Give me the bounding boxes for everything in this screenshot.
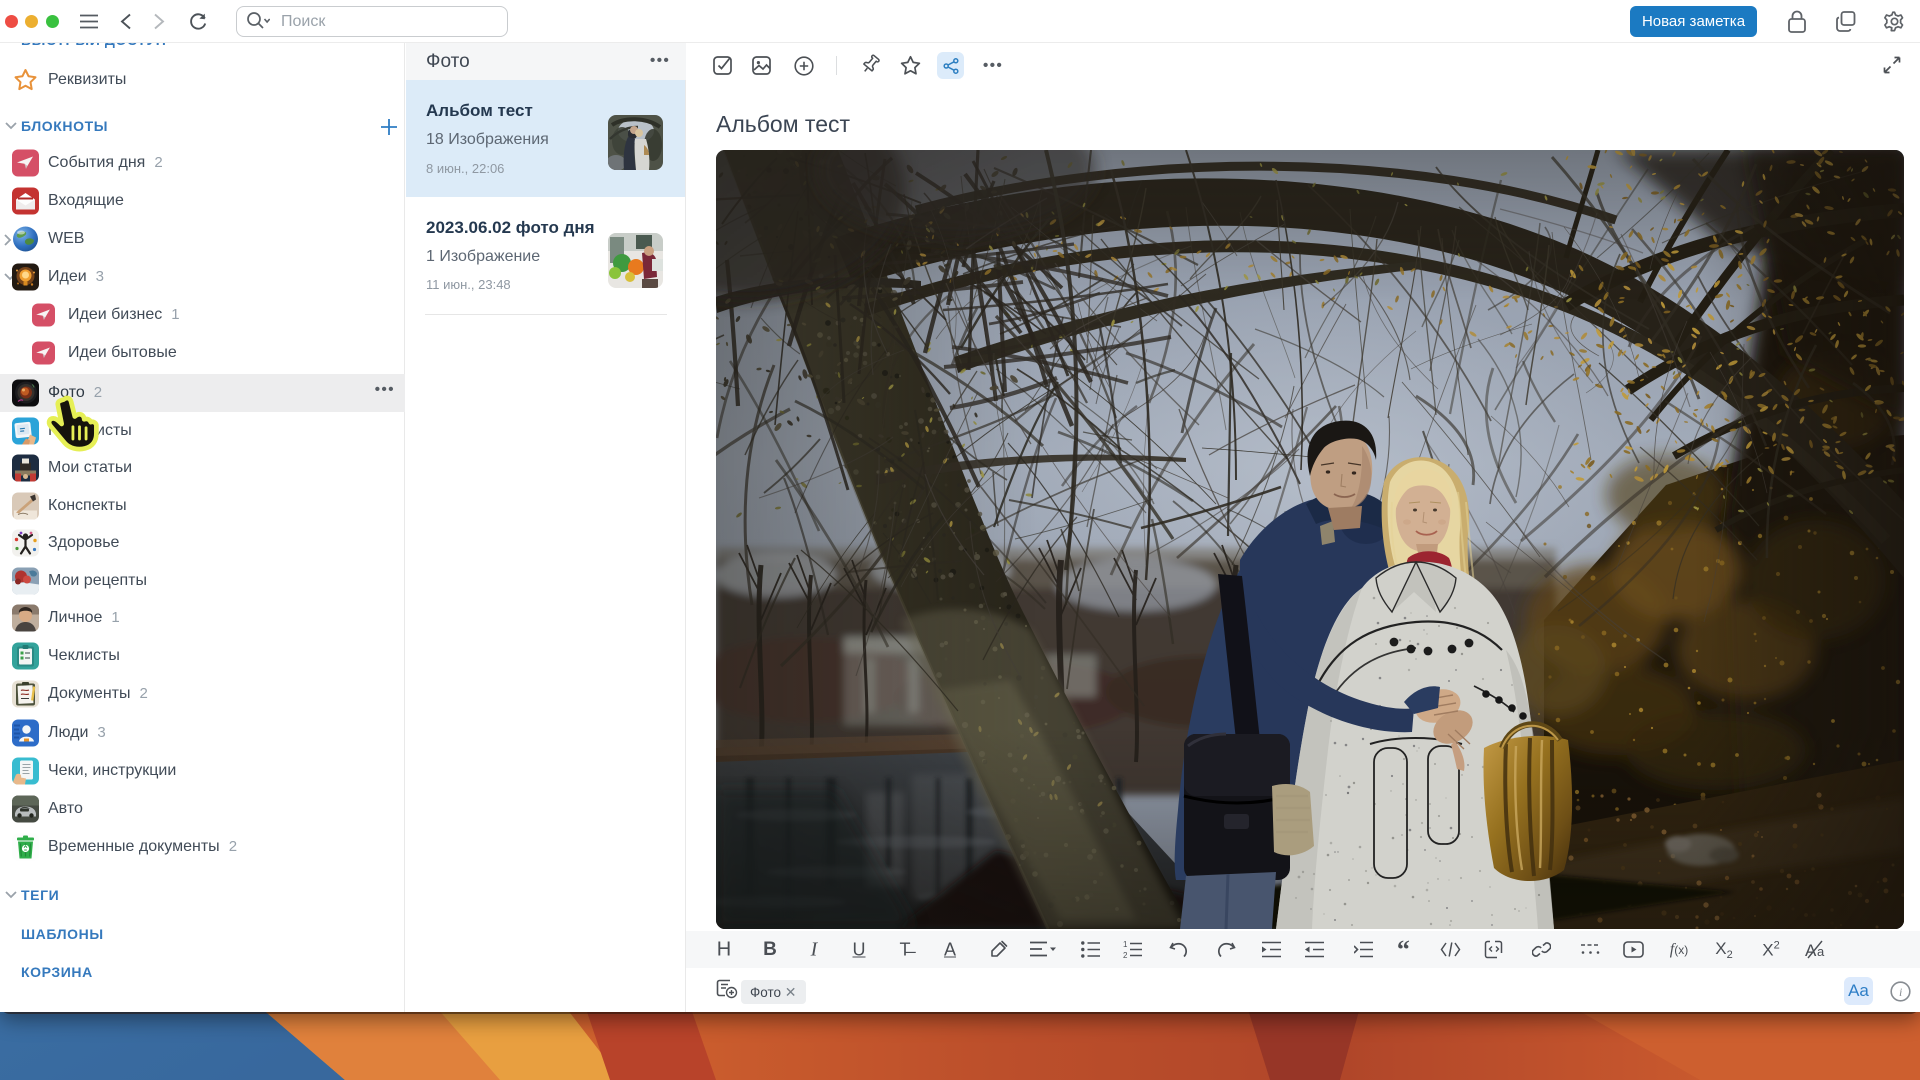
svg-text:i: i [1899,985,1902,999]
svg-text:2: 2 [1123,951,1128,959]
svg-text:1: 1 [1123,940,1128,949]
